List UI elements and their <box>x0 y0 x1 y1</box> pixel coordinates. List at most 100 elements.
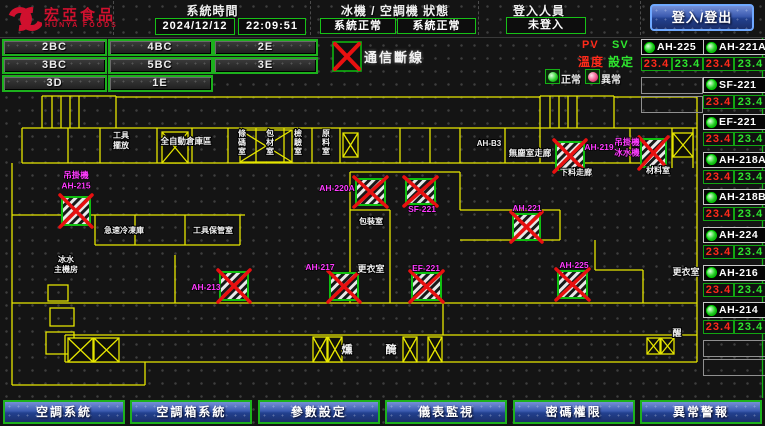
offline-unit-marker[interactable] <box>60 195 92 227</box>
unit-ah-221a[interactable]: AH-221A <box>703 39 765 55</box>
unit-label: AH-224 <box>719 229 758 241</box>
door-icon <box>343 133 358 157</box>
comm-fail-legend-label: 通信斷線 <box>364 47 424 66</box>
status-led-icon <box>644 42 655 53</box>
offline-unit-marker[interactable] <box>511 212 542 242</box>
room-label: 工具保管室 <box>193 225 233 235</box>
unit-ah-224-sv: 23.4 <box>734 245 765 259</box>
unit-ah-218b[interactable]: AH-218B <box>703 189 765 205</box>
room-label: 工具擺放 <box>113 131 130 150</box>
unit-ah-221a-pv: 23.4 <box>703 57 734 71</box>
unit-label: AH-221A <box>719 41 765 53</box>
offline-unit-marker[interactable] <box>556 269 589 300</box>
room-label: 包材室 <box>265 128 274 156</box>
offline-unit-marker[interactable] <box>218 270 250 302</box>
unit-ah-218a-pv: 23.4 <box>703 170 734 184</box>
sv-sub-header: 設定 <box>608 53 634 70</box>
offline-unit-marker[interactable] <box>328 271 360 302</box>
floor-button-5bc[interactable]: 5BC <box>108 57 213 74</box>
floor-button-3d[interactable]: 3D <box>2 75 107 92</box>
status-led-icon <box>706 42 717 53</box>
empty-slot <box>703 359 765 376</box>
normal-legend-label: 正常 <box>561 71 581 86</box>
unit-ef-221-sv: 23.4 <box>734 132 765 146</box>
unit-ah-218a-sv: 23.4 <box>734 170 765 184</box>
door-icon <box>647 338 660 354</box>
unit-ah-224[interactable]: AH-224 <box>703 227 765 243</box>
hvac-scada-screen: { "header": { "logo_title": "宏亞食品", "log… <box>0 0 765 426</box>
unit-ah-225[interactable]: AH-225 <box>641 39 705 55</box>
unit-sf-221-pv: 23.4 <box>703 95 734 109</box>
room-label: AH-B3 <box>477 139 502 148</box>
login-logout-button[interactable]: 登入/登出 <box>650 4 754 31</box>
comm-fail-legend-icon <box>333 42 361 71</box>
footer-button-1[interactable]: 空調系統 <box>3 400 125 424</box>
footer-button-3[interactable]: 參數設定 <box>258 400 380 424</box>
footer-button-2[interactable]: 空調箱系統 <box>130 400 252 424</box>
login-status: 未登入 <box>506 17 586 34</box>
room-label: 條碼室 <box>237 128 246 156</box>
footer-button-4[interactable]: 儀表監視 <box>385 400 507 424</box>
floor-button-3e[interactable]: 3E <box>213 57 318 74</box>
offline-unit-marker[interactable] <box>404 177 437 206</box>
offline-unit-marker[interactable] <box>639 137 668 169</box>
floor-button-2bc[interactable]: 2BC <box>2 39 107 56</box>
unit-ef-221-pv: 23.4 <box>703 132 734 146</box>
unit-ah-225-pv: 23.4 <box>641 57 672 71</box>
unit-label: AH-225 <box>657 41 696 53</box>
empty-slot <box>641 96 703 113</box>
room-label: 全自動倉庫區 <box>159 136 212 146</box>
floor-button-1e[interactable]: 1E <box>108 75 213 92</box>
room-label: 更衣室 <box>672 266 699 277</box>
unit-ah-214[interactable]: AH-214 <box>703 302 765 318</box>
room-label: 包裝室 <box>358 216 383 226</box>
room-label: 急速冷凍庫 <box>104 225 144 235</box>
offline-unit-marker[interactable] <box>354 177 387 207</box>
unit-ah-216[interactable]: AH-216 <box>703 265 765 281</box>
unit-ah-221a-sv: 23.4 <box>734 57 765 71</box>
floor-button-2e[interactable]: 2E <box>213 39 318 56</box>
unit-label: EF-221 <box>719 116 756 128</box>
equipment-label: AH-213 <box>191 282 221 292</box>
unit-ah-218b-sv: 23.4 <box>734 207 765 221</box>
unit-ah-224-pv: 23.4 <box>703 245 734 259</box>
door-icon <box>673 133 693 157</box>
door-icon <box>328 337 342 362</box>
equipment-label: 吊掛機AH-215 <box>61 170 91 191</box>
machine-status-label: 冰機 / 空調機 狀態 <box>312 2 478 19</box>
status-led-icon <box>706 79 717 90</box>
equipment-label: AH-219 <box>584 142 614 152</box>
door-icon <box>94 338 119 362</box>
logo-subtitle: HUNYA FOODS <box>45 22 118 29</box>
unit-sf-221[interactable]: SF-221 <box>703 77 765 93</box>
room-label: 更衣室 <box>357 263 384 274</box>
unit-label: AH-216 <box>719 267 758 279</box>
room-label: 檢驗室 <box>294 128 302 156</box>
equipment-label: AH-225 <box>559 260 589 270</box>
unit-ah-216-sv: 23.4 <box>734 283 765 297</box>
room-label: 燻 <box>342 342 353 356</box>
offline-unit-marker[interactable] <box>410 271 443 302</box>
unit-ah-218a[interactable]: AH-218A <box>703 152 765 168</box>
unit-ah-214-sv: 23.4 <box>734 320 765 334</box>
room-label: 冰水主機房 <box>54 254 78 274</box>
unit-label: AH-218A <box>719 154 765 166</box>
footer-button-5[interactable]: 密碼權限 <box>513 400 635 424</box>
status-led-icon <box>706 117 717 128</box>
floor-button-3bc[interactable]: 3BC <box>2 57 107 74</box>
unit-ah-214-pv: 23.4 <box>703 320 734 334</box>
footer-button-6[interactable]: 異常警報 <box>640 400 762 424</box>
equipment-label: 吊掛機冰水機 <box>614 137 640 158</box>
status-led-icon <box>706 305 717 316</box>
unit-label: SF-221 <box>719 79 756 91</box>
unit-ah-225-sv: 23.4 <box>672 57 703 71</box>
room-label: 材料室 <box>646 165 670 175</box>
unit-ah-218b-pv: 23.4 <box>703 207 734 221</box>
ahu-status: 系統正常 <box>397 18 476 34</box>
unit-ef-221[interactable]: EF-221 <box>703 114 765 130</box>
equipment-label: AH-221 <box>512 203 542 213</box>
floor-button-4bc[interactable]: 4BC <box>108 39 213 56</box>
status-led-icon <box>706 192 717 203</box>
equipment-label: EF-221 <box>412 263 440 273</box>
status-led-icon <box>706 230 717 241</box>
